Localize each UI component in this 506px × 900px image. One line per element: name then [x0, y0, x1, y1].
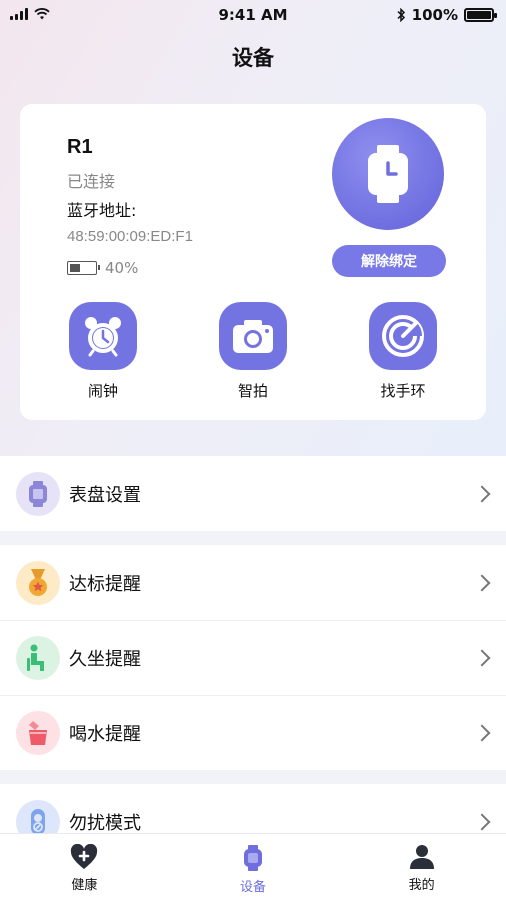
camera-action[interactable]: 智拍 [213, 302, 293, 401]
medal-icon [16, 560, 60, 605]
water-cup-icon [16, 710, 60, 755]
status-right: 100% [397, 6, 497, 24]
unbind-button[interactable]: 解除绑定 [332, 245, 446, 277]
find-band-label: 找手环 [380, 382, 426, 400]
find-band-action[interactable]: 找手环 [363, 302, 443, 401]
smart-shot-label: 智拍 [237, 382, 268, 400]
goal-reminder-label: 达标提醒 [69, 573, 141, 595]
battery-fill [467, 11, 491, 19]
device-battery: 40% [67, 259, 138, 277]
chevron-right-icon [473, 649, 491, 666]
bluetooth-icon [397, 8, 405, 22]
bluetooth-address: 48:59:00:09:ED:F1 [67, 228, 193, 245]
menu-group-reminders: 达标提醒 久坐提醒 喝水提醒 [0, 545, 506, 770]
camera-icon [219, 302, 287, 370]
chevron-right-icon [473, 813, 491, 830]
menu-item-sedentary-reminder[interactable]: 久坐提醒 [0, 620, 506, 695]
chevron-right-icon [473, 724, 491, 741]
status-bar: 9:41 AM 100% [0, 0, 506, 30]
tab-bar: 健康 设备 我的 [0, 833, 506, 900]
alarm-action[interactable]: 闹钟 [63, 302, 143, 401]
menu-group-watch-face: 表盘设置 [0, 456, 506, 531]
watch-avatar [332, 118, 444, 230]
tab-health-label: 健康 [71, 878, 98, 893]
sitting-person-icon [16, 635, 60, 680]
menu-item-watch-face[interactable]: 表盘设置 [0, 456, 506, 531]
tab-health[interactable]: 健康 [0, 834, 169, 900]
watch-icon [244, 845, 262, 871]
bluetooth-address-label: 蓝牙地址: [67, 201, 137, 220]
heart-plus-icon [71, 844, 98, 869]
find-band-icon [369, 302, 437, 370]
drink-reminder-label: 喝水提醒 [69, 723, 141, 745]
tab-device-label: 设备 [240, 880, 267, 895]
connection-status: 已连接 [67, 172, 116, 191]
person-icon [409, 845, 434, 869]
device-battery-percent: 40% [105, 259, 139, 277]
page-title: 设备 [232, 46, 274, 70]
chevron-right-icon [473, 485, 491, 502]
sedentary-reminder-label: 久坐提醒 [69, 648, 141, 670]
device-card: R1 已连接 蓝牙地址: 48:59:00:09:ED:F1 40% 解除绑定 [20, 104, 486, 420]
alarm-clock-icon [69, 302, 137, 370]
tab-mine[interactable]: 我的 [337, 834, 506, 900]
chevron-right-icon [473, 574, 491, 591]
menu-item-goal-reminder[interactable]: 达标提醒 [0, 545, 506, 620]
alarm-label: 闹钟 [87, 382, 118, 400]
tab-mine-label: 我的 [408, 878, 435, 893]
device-battery-fill [70, 264, 80, 272]
watch-face-icon [16, 471, 60, 516]
battery-percent: 100% [411, 6, 458, 24]
battery-icon [464, 8, 497, 22]
watch-face-label: 表盘设置 [69, 484, 141, 506]
menu-item-drink-reminder[interactable]: 喝水提醒 [0, 695, 506, 770]
do-not-disturb-label: 勿扰模式 [69, 812, 141, 834]
device-battery-icon [67, 261, 100, 275]
watch-icon [368, 145, 408, 203]
device-name: R1 [67, 136, 93, 158]
tab-device[interactable]: 设备 [169, 834, 338, 900]
